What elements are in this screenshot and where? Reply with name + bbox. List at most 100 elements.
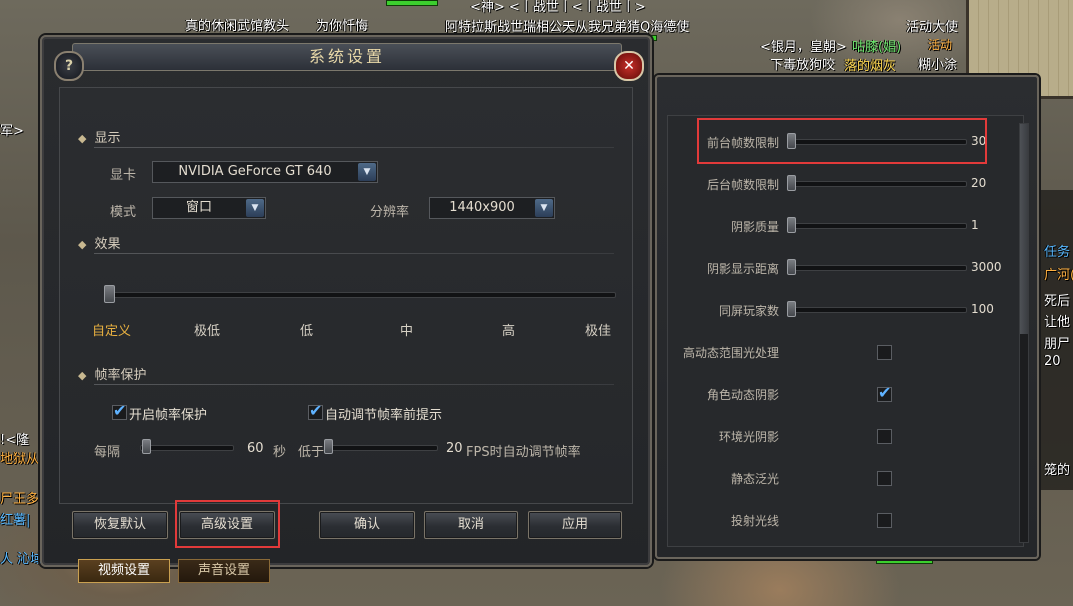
close-icon[interactable]: ✕ [614,51,644,81]
player-name-tag: 咕膝(娼) [852,40,902,55]
side-text: 任务 [1044,245,1071,260]
effect-quality-knob[interactable] [104,285,115,303]
fps-threshold-knob[interactable] [324,439,333,454]
tab-video-settings[interactable]: 视频设置 [78,559,170,583]
chevron-down-icon[interactable]: ▼ [358,163,376,181]
auto-adjust-checkbox[interactable]: ✔ [308,401,323,420]
chevron-down-icon[interactable]: ▼ [535,199,553,217]
shadow-distance-knob[interactable] [787,259,796,275]
apply-button[interactable]: 应用 [528,511,622,539]
checkmark-icon: ✔ [878,383,892,402]
effect-level-custom[interactable]: 自定义 [92,320,131,339]
confirm-button[interactable]: 确认 [319,511,415,539]
player-name-tag: 落的烟灰 [844,59,897,74]
shadow-quality-value: 1 [971,218,979,232]
ambient-occlusion-checkbox[interactable] [877,429,892,444]
mode-value: 窗口 [185,200,212,215]
diamond-icon: ◆ [78,238,87,251]
enable-frame-protect-label[interactable]: 开启帧率保护 [129,404,207,423]
activity-label: 活动 [928,38,953,52]
side-text: 红薯| [0,513,31,528]
background-fps-label: 后台帧数限制 [706,178,779,192]
help-icon[interactable]: ? [54,51,84,81]
interval-slider[interactable] [140,445,234,451]
effect-level-high[interactable]: 高 [502,320,515,339]
fps-value: 20 [446,441,463,456]
panel-scrollbar[interactable] [1019,123,1029,543]
resolution-label: 分辨率 [370,205,410,220]
side-text: 军> [0,124,24,139]
background-fps-value: 20 [971,176,987,190]
tab-audio-settings[interactable]: 声音设置 [178,559,270,583]
player-name-tag: 糊小涂 [918,58,958,73]
light-shafts-checkbox[interactable] [877,513,892,528]
section-display: ◆ 显示 [78,127,120,146]
gpu-label: 显卡 [110,168,137,183]
gpu-select[interactable]: NVIDIA GeForce GT 640 ▼ [152,161,378,183]
chevron-down-icon[interactable]: ▼ [246,199,264,217]
dynamic-shadow-label: 角色动态阴影 [706,388,779,402]
hdr-lighting-checkbox[interactable] [877,345,892,360]
hdr-lighting-label: 高动态范围光处理 [682,346,779,360]
interval-value: 60 [247,441,264,456]
side-text: 地狱从 [0,452,40,467]
highlight-box [697,118,987,164]
static-bloom-label: 静态泛光 [730,472,779,486]
player-name-tag: 下毒放狗咬 [770,58,836,73]
cancel-button[interactable]: 取消 [424,511,518,539]
side-text: 广河( [1044,268,1073,283]
player-count-knob[interactable] [787,301,796,317]
side-text: 朋尸 [1044,337,1071,352]
section-effects-label: 效果 [94,237,121,252]
side-text: 人 沁域 [0,552,44,567]
side-text: 20 [1044,354,1061,369]
section-frame-protect-label: 帧率保护 [94,368,147,383]
side-text: 尸王多 [0,492,40,507]
player-name-tag: 真的休闲武馆教头 [185,19,290,34]
background-fps-slider[interactable] [789,181,967,187]
side-text: 死后 [1044,294,1071,309]
effect-level-very-low[interactable]: 极低 [194,320,220,339]
player-count-slider[interactable] [789,307,967,313]
highlight-box [175,500,280,548]
enable-frame-protect-checkbox[interactable]: ✔ [112,401,127,420]
shadow-quality-label: 阴影质量 [730,220,779,234]
player-name-tag: <神> <丨战世丨<丨战世丨> [470,0,646,15]
side-text: 让他 [1044,315,1071,330]
player-name-tag: 阿特拉斯战世瑞相公天从我兄弟猜Q海德使 [445,20,690,35]
divider [94,384,614,385]
shadow-distance-slider[interactable] [789,265,967,271]
static-bloom-checkbox[interactable] [877,471,892,486]
diamond-icon: ◆ [78,369,87,382]
section-display-label: 显示 [94,131,121,146]
shadow-quality-slider[interactable] [789,223,967,229]
below-label: 低于 [298,445,325,460]
effect-level-best[interactable]: 极佳 [585,320,611,339]
effect-quality-slider[interactable] [104,292,616,298]
dynamic-shadow-checkbox[interactable]: ✔ [877,383,892,402]
effect-level-low[interactable]: 低 [300,320,313,339]
shadow-distance-value: 3000 [971,260,1002,274]
player-name-tag: 为你忏悔 [316,19,369,34]
section-frame-protect: ◆ 帧率保护 [78,364,146,383]
guild-name-tag: <银月，皇朝> [760,40,847,55]
mode-select[interactable]: 窗口 ▼ [152,197,266,219]
player-count-value: 100 [971,302,994,316]
interval-slider-knob[interactable] [142,439,151,454]
player-count-label: 同屏玩家数 [718,304,779,318]
panel-scrollbar-thumb[interactable] [1020,124,1028,334]
restore-defaults-button[interactable]: 恢复默认 [72,511,168,539]
resolution-select[interactable]: 1440x900 ▼ [429,197,555,219]
background-fps-knob[interactable] [787,175,796,191]
checkmark-icon: ✔ [309,401,323,420]
npc-name-tag: 活动大使 [906,20,959,35]
effect-level-medium[interactable]: 中 [400,320,413,339]
fps-suffix: FPS时自动调节帧率 [466,445,581,460]
auto-adjust-label[interactable]: 自动调节帧率前提示 [325,404,442,423]
shadow-distance-label: 阴影显示距离 [706,262,779,276]
fps-threshold-slider[interactable] [324,445,438,451]
interval-unit: 秒 [273,445,287,460]
side-text: 笼的 [1044,463,1071,478]
shadow-quality-knob[interactable] [787,217,796,233]
advanced-settings-panel: 前台帧数限制 30 后台帧数限制 20 阴影质量 1 阴影显示距离 3000 同… [655,75,1039,559]
